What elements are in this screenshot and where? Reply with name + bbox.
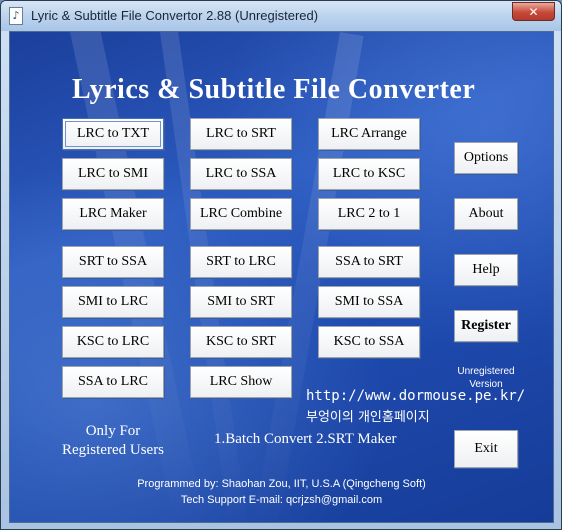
unregistered-label: Unregistered xyxy=(457,366,515,377)
website-korean-label: 부엉이의 개인홈페이지 xyxy=(306,410,430,425)
lrc-arrange-button[interactable]: LRC Arrange xyxy=(318,118,420,150)
ssa-to-lrc-button[interactable]: SSA to LRC xyxy=(62,366,164,398)
smi-to-lrc-button[interactable]: SMI to LRC xyxy=(62,286,164,318)
srt-to-ssa-button[interactable]: SRT to SSA xyxy=(62,246,164,278)
lrc-maker-button[interactable]: LRC Maker xyxy=(62,198,164,230)
registered-note-line1: Only For xyxy=(85,423,141,439)
ksc-to-srt-button[interactable]: KSC to SRT xyxy=(190,326,292,358)
lrc-2-to-1-button[interactable]: LRC 2 to 1 xyxy=(318,198,420,230)
lrc-combine-button[interactable]: LRC Combine xyxy=(190,198,292,230)
smi-to-srt-button[interactable]: SMI to SRT xyxy=(190,286,292,318)
registered-note-line2: Registered Users xyxy=(61,442,165,458)
lrc-to-srt-button[interactable]: LRC to SRT xyxy=(190,118,292,150)
lrc-to-ssa-button[interactable]: LRC to SSA xyxy=(190,158,292,190)
register-button[interactable]: Register xyxy=(454,310,518,342)
ksc-to-ssa-button[interactable]: KSC to SSA xyxy=(318,326,420,358)
exit-button[interactable]: Exit xyxy=(454,430,518,468)
website-link[interactable]: http://www.dormouse.pe.kr/ xyxy=(306,388,525,404)
help-button[interactable]: Help xyxy=(454,254,518,286)
close-button[interactable]: ✕ xyxy=(512,2,555,21)
app-heading: Lyrics & Subtitle File Converter xyxy=(72,74,476,105)
smi-to-ssa-button[interactable]: SMI to SSA xyxy=(318,286,420,318)
main-panel: Lyrics & Subtitle File Converter LRC to … xyxy=(9,31,554,523)
lrc-to-ksc-button[interactable]: LRC to KSC xyxy=(318,158,420,190)
ssa-to-srt-button[interactable]: SSA to SRT xyxy=(318,246,420,278)
window-title: Lyric & Subtitle File Convertor 2.88 (Un… xyxy=(31,8,319,23)
programmer-credit: Programmed by: Shaohan Zou, IIT, U.S.A (… xyxy=(137,478,426,490)
lrc-to-smi-button[interactable]: LRC to SMI xyxy=(62,158,164,190)
lrc-to-txt-button[interactable]: LRC to TXT xyxy=(62,118,164,150)
lrc-show-button[interactable]: LRC Show xyxy=(190,366,292,398)
srt-to-lrc-button[interactable]: SRT to LRC xyxy=(190,246,292,278)
ksc-to-lrc-button[interactable]: KSC to LRC xyxy=(62,326,164,358)
app-window: ♪ Lyric & Subtitle File Convertor 2.88 (… xyxy=(0,0,562,530)
support-email: Tech Support E-mail: qcrjzsh@gmail.com xyxy=(180,494,383,506)
features-label: 1.Batch Convert 2.SRT Maker xyxy=(214,431,397,447)
options-button[interactable]: Options xyxy=(454,142,518,174)
title-bar[interactable]: ♪ Lyric & Subtitle File Convertor 2.88 (… xyxy=(1,1,561,31)
app-icon[interactable]: ♪ xyxy=(9,7,23,25)
about-button[interactable]: About xyxy=(454,198,518,230)
